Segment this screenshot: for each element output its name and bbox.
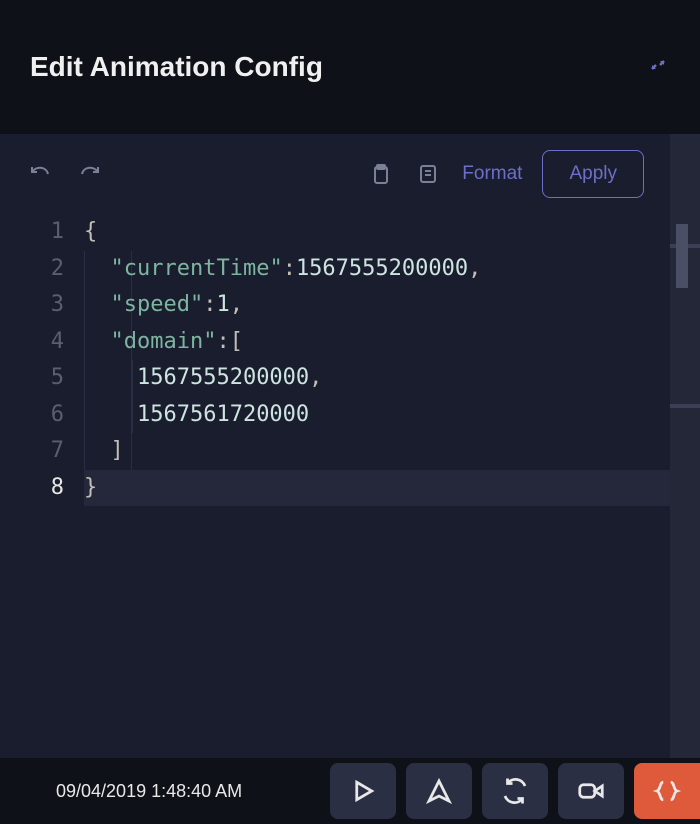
code-line[interactable]: 1567561720000 [84,397,670,434]
code-view-button[interactable] [634,763,700,819]
line-number: 6 [0,397,64,434]
code-editor[interactable]: 12345678 { "currentTime": 1567555200000,… [0,214,670,758]
document-icon[interactable] [414,160,442,188]
send-button[interactable] [406,763,472,819]
scrollbar-thumb[interactable] [676,224,688,288]
line-number: 2 [0,251,64,288]
timestamp-display: 09/04/2019 1:48:40 AM [56,781,242,802]
code-line[interactable]: "speed": 1, [84,287,670,324]
line-number: 8 [0,470,64,507]
format-button[interactable]: Format [462,163,522,185]
line-number: 7 [0,433,64,470]
line-number: 5 [0,360,64,397]
code-line[interactable]: 1567555200000, [84,360,670,397]
line-number-gutter: 12345678 [0,214,84,506]
line-number: 3 [0,287,64,324]
editor-toolbar: Format Apply [0,134,670,214]
code-line[interactable]: ] [84,433,670,470]
code-line[interactable]: { [84,214,670,251]
apply-button[interactable]: Apply [542,150,644,198]
collapse-icon[interactable] [646,55,670,79]
editor-minimap-scrollbar[interactable] [670,134,700,758]
refresh-button[interactable] [482,763,548,819]
code-line[interactable]: "currentTime": 1567555200000, [84,251,670,288]
page-title: Edit Animation Config [30,51,323,83]
bottom-bar: 09/04/2019 1:48:40 AM [0,758,700,824]
line-number: 4 [0,324,64,361]
code-line[interactable]: "domain": [ [84,324,670,361]
redo-button[interactable] [76,160,104,188]
record-button[interactable] [558,763,624,819]
code-line[interactable]: } [84,470,670,507]
panel-header: Edit Animation Config [0,0,700,134]
play-button[interactable] [330,763,396,819]
undo-button[interactable] [26,160,54,188]
code-content[interactable]: { "currentTime": 1567555200000, "speed":… [84,214,670,506]
line-number: 1 [0,214,64,251]
clipboard-icon[interactable] [366,160,394,188]
